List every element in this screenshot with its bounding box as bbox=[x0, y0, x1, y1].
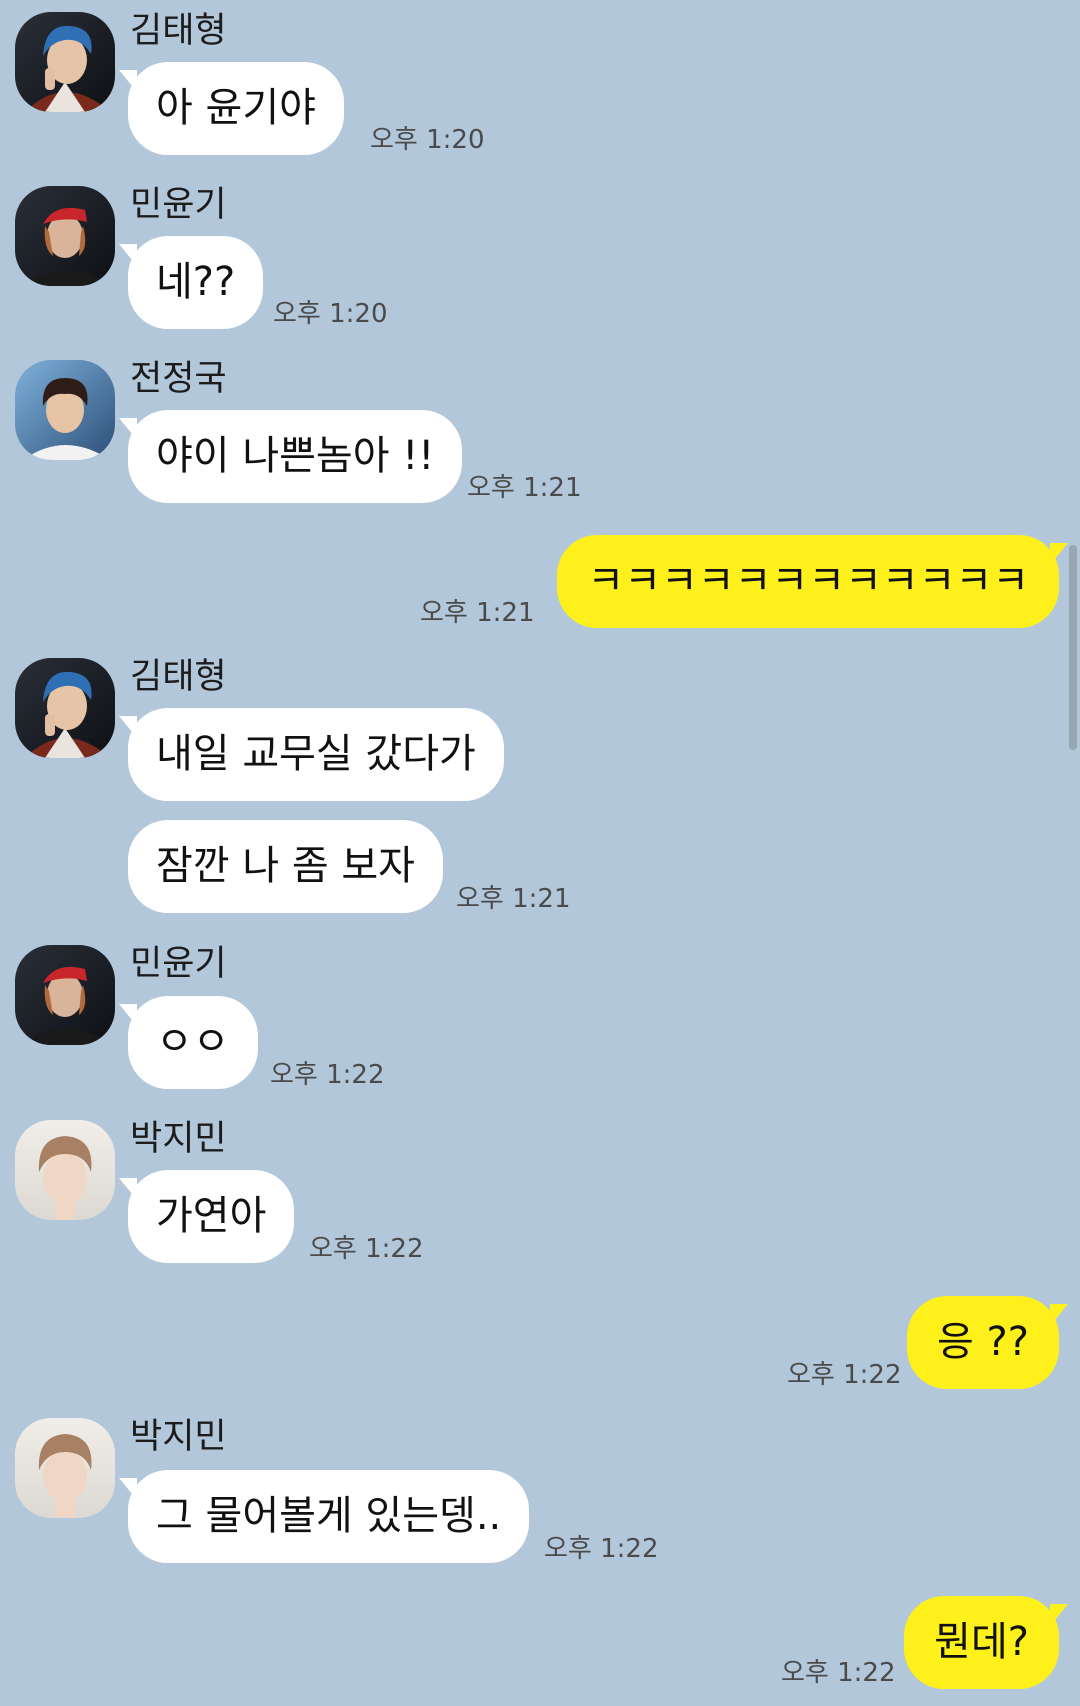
message-bubble[interactable]: 가연아 bbox=[118, 1170, 295, 1263]
sender-name: 민윤기 bbox=[130, 185, 227, 225]
avatar-park-jimin[interactable] bbox=[15, 1418, 115, 1518]
avatar-park-jimin[interactable] bbox=[15, 1120, 115, 1220]
message-time: 오후 1:20 bbox=[273, 299, 388, 329]
avatar-min-yoongi[interactable] bbox=[15, 945, 115, 1045]
sender-name: 박지민 bbox=[130, 1417, 227, 1457]
message-bubble[interactable]: 잠깐 나 좀 보자 bbox=[128, 820, 443, 913]
message-time: 오후 1:21 bbox=[456, 884, 571, 914]
message-bubble[interactable]: 아 윤기야 bbox=[119, 62, 344, 155]
my-message-bubble[interactable]: 응 ?? bbox=[907, 1296, 1068, 1389]
message-time: 오후 1:22 bbox=[544, 1534, 659, 1564]
avatar-kim-taehyung[interactable] bbox=[15, 12, 115, 112]
sender-name: 전정국 bbox=[130, 359, 227, 399]
avatar-photo bbox=[15, 658, 115, 758]
message-bubble[interactable]: 그 물어볼게 있는뎅.. bbox=[118, 1470, 530, 1563]
avatar-photo bbox=[15, 186, 115, 286]
sender-name: 박지민 bbox=[130, 1119, 227, 1159]
sender-name: 김태형 bbox=[130, 657, 227, 697]
message-bubble[interactable]: 내일 교무실 갔다가 bbox=[119, 708, 504, 801]
message-bubble[interactable]: 야이 나쁜놈아 !! bbox=[118, 410, 463, 503]
avatar-photo bbox=[15, 12, 115, 112]
message-time: 오후 1:20 bbox=[370, 125, 485, 155]
message-time: 오후 1:21 bbox=[467, 473, 582, 503]
message-time: 오후 1:22 bbox=[270, 1060, 385, 1090]
sender-name: 김태형 bbox=[130, 11, 227, 51]
avatar-photo bbox=[15, 1120, 115, 1220]
message-time: 오후 1:21 bbox=[420, 598, 535, 628]
my-message-bubble[interactable]: ㅋㅋㅋㅋㅋㅋㅋㅋㅋㅋㅋㅋ bbox=[557, 535, 1068, 628]
avatar-photo bbox=[15, 945, 115, 1045]
message-bubble[interactable]: ㅇㅇ bbox=[119, 996, 258, 1089]
avatar-jeon-jungkook[interactable] bbox=[15, 360, 115, 460]
message-time: 오후 1:22 bbox=[309, 1234, 424, 1264]
avatar-kim-taehyung[interactable] bbox=[15, 658, 115, 758]
scrollbar[interactable] bbox=[1069, 545, 1077, 750]
message-time: 오후 1:22 bbox=[781, 1658, 896, 1688]
message-time: 오후 1:22 bbox=[787, 1360, 902, 1390]
avatar-min-yoongi[interactable] bbox=[15, 186, 115, 286]
message-bubble[interactable]: 네?? bbox=[118, 236, 264, 329]
my-message-bubble[interactable]: 뭔데? bbox=[904, 1596, 1068, 1689]
sender-name: 민윤기 bbox=[130, 944, 227, 984]
avatar-photo bbox=[15, 360, 115, 460]
avatar-photo bbox=[15, 1418, 115, 1518]
